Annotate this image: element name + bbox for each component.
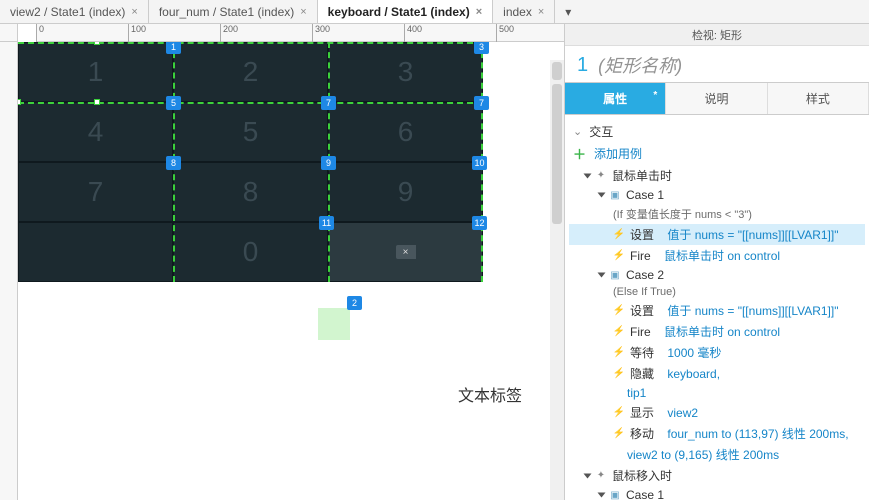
tab-style[interactable]: 样式 xyxy=(768,83,869,114)
inspector-panel: 检视: 矩形 1 (矩形名称) 属性 说明 样式 ⌄交互 ＋添加用例 ✦鼠标单击… xyxy=(565,24,869,500)
action-set-value[interactable]: ⚡设置 值于 nums = "[[nums]][[LVAR1]]" xyxy=(569,224,865,245)
selection-handle[interactable]: 9 xyxy=(321,156,336,170)
action-set-value[interactable]: ⚡设置 值于 nums = "[[nums]][[LVAR1]]" xyxy=(569,300,865,321)
keypad-widget[interactable]: 1 2 3 4 5 6 7 8 9 0 × xyxy=(18,42,483,282)
bolt-icon: ⚡ xyxy=(613,250,625,262)
bolt-icon: ⚡ xyxy=(613,326,625,338)
ruler-horizontal[interactable]: 0 100 200 300 400 500 xyxy=(36,24,564,42)
tab-overflow[interactable]: ▾ xyxy=(555,0,581,23)
selection-handle[interactable]: 1 xyxy=(166,42,181,54)
key-0[interactable]: 0 xyxy=(173,222,328,282)
case-icon: ▣ xyxy=(609,189,621,201)
action-move-cont: view2 to (9,165) 线性 200ms xyxy=(569,444,865,465)
key-blank[interactable] xyxy=(18,222,173,282)
action-move[interactable]: ⚡移动 four_num to (113,97) 线性 200ms, xyxy=(569,423,865,444)
file-tab-strip: view2 / State1 (index)× four_num / State… xyxy=(0,0,869,24)
bolt-icon: ⚡ xyxy=(613,229,625,241)
tab-properties[interactable]: 属性 xyxy=(565,83,666,114)
event-click[interactable]: ✦鼠标单击时 xyxy=(569,165,865,186)
guide-line[interactable] xyxy=(18,102,483,104)
key-6[interactable]: 6 xyxy=(328,102,483,162)
triangle-icon xyxy=(598,493,606,498)
action-show[interactable]: ⚡显示 view2 xyxy=(569,402,865,423)
object-index: 1 xyxy=(577,54,588,77)
bolt-icon: ⚡ xyxy=(613,305,625,317)
bolt-icon: ✦ xyxy=(595,470,607,482)
inspector-tabs: 属性 说明 样式 xyxy=(565,82,869,115)
selection-handle[interactable]: 8 xyxy=(166,156,181,170)
add-case-link[interactable]: ＋添加用例 xyxy=(569,142,865,165)
action-wait[interactable]: ⚡等待 1000 毫秒 xyxy=(569,342,865,363)
selection-handle[interactable]: 7 xyxy=(321,96,336,110)
bolt-icon: ⚡ xyxy=(613,347,625,359)
selection-handle[interactable]: 2 xyxy=(347,296,362,310)
case-2-condition: (Else If True) xyxy=(569,284,865,300)
plus-icon: ＋ xyxy=(573,144,586,163)
ruler-vertical[interactable] xyxy=(0,42,18,500)
triangle-icon xyxy=(598,273,606,278)
object-name-input[interactable]: (矩形名称) xyxy=(598,52,682,78)
selection-handle[interactable]: 7 xyxy=(474,96,489,110)
bolt-icon: ⚡ xyxy=(613,428,625,440)
ruler-corner xyxy=(0,24,18,42)
selection-handle[interactable]: 10 xyxy=(472,156,487,170)
triangle-icon xyxy=(584,173,592,178)
tab-notes[interactable]: 说明 xyxy=(666,83,767,114)
section-interaction[interactable]: ⌄交互 xyxy=(569,121,865,142)
case-1[interactable]: ▣Case 1 xyxy=(569,186,865,204)
bolt-icon: ⚡ xyxy=(613,368,625,380)
close-icon[interactable]: × xyxy=(131,6,137,18)
chevron-down-icon: ⌄ xyxy=(573,125,582,138)
canvas-area: 0 100 200 300 400 500 1 2 3 4 5 6 7 8 xyxy=(0,24,565,500)
action-fire[interactable]: ⚡Fire 鼠标单击时 on control xyxy=(569,321,865,342)
bolt-icon: ⚡ xyxy=(613,407,625,419)
key-3[interactable]: 3 xyxy=(328,42,483,102)
selection-handle[interactable]: 11 xyxy=(319,216,334,230)
action-hide-cont: tip1 xyxy=(569,384,865,402)
action-hide[interactable]: ⚡隐藏 keyboard, xyxy=(569,363,865,384)
scroll-up[interactable] xyxy=(552,62,562,80)
case-icon: ▣ xyxy=(609,489,621,500)
key-9[interactable]: 9 xyxy=(328,162,483,222)
green-rect[interactable] xyxy=(318,308,350,340)
tab-fournum[interactable]: four_num / State1 (index)× xyxy=(149,0,318,23)
key-4[interactable]: 4 xyxy=(18,102,173,162)
action-fire[interactable]: ⚡Fire 鼠标单击时 on control xyxy=(569,245,865,266)
mousein-case-1[interactable]: ▣Case 1 xyxy=(569,486,865,500)
key-erase[interactable]: × xyxy=(328,222,483,282)
key-2[interactable]: 2 xyxy=(173,42,328,102)
key-7[interactable]: 7 xyxy=(18,162,173,222)
bolt-icon: ✦ xyxy=(595,170,607,182)
key-1[interactable]: 1 xyxy=(18,42,173,102)
close-icon[interactable]: × xyxy=(538,6,544,18)
selection-handle[interactable]: 12 xyxy=(472,216,487,230)
guide-line[interactable] xyxy=(18,42,483,44)
case-2[interactable]: ▣Case 2 xyxy=(569,266,865,284)
tab-index[interactable]: index× xyxy=(493,0,555,23)
close-icon[interactable]: × xyxy=(300,6,306,18)
design-canvas[interactable]: 1 2 3 4 5 6 7 8 9 0 × xyxy=(18,42,564,500)
text-label-widget[interactable]: 文本标签 xyxy=(458,382,522,406)
case-1-condition: (If 变量值长度于 nums < "3") xyxy=(569,204,865,224)
vertical-scrollbar[interactable] xyxy=(550,60,564,500)
case-icon: ▣ xyxy=(609,269,621,281)
triangle-icon xyxy=(584,473,592,478)
key-8[interactable]: 8 xyxy=(173,162,328,222)
selection-handle[interactable]: 3 xyxy=(474,42,489,54)
triangle-icon xyxy=(598,193,606,198)
erase-icon: × xyxy=(396,245,416,259)
scroll-thumb[interactable] xyxy=(552,84,562,224)
key-5[interactable]: 5 xyxy=(173,102,328,162)
event-mousein[interactable]: ✦鼠标移入时 xyxy=(569,465,865,486)
close-icon[interactable]: × xyxy=(476,6,482,18)
selection-handle[interactable]: 5 xyxy=(166,96,181,110)
tab-keyboard[interactable]: keyboard / State1 (index)× xyxy=(318,0,493,23)
inspector-title: 检视: 矩形 xyxy=(565,24,869,46)
inspector-body: ⌄交互 ＋添加用例 ✦鼠标单击时 ▣Case 1 (If 变量值长度于 nums… xyxy=(565,115,869,500)
tab-view2[interactable]: view2 / State1 (index)× xyxy=(0,0,149,23)
